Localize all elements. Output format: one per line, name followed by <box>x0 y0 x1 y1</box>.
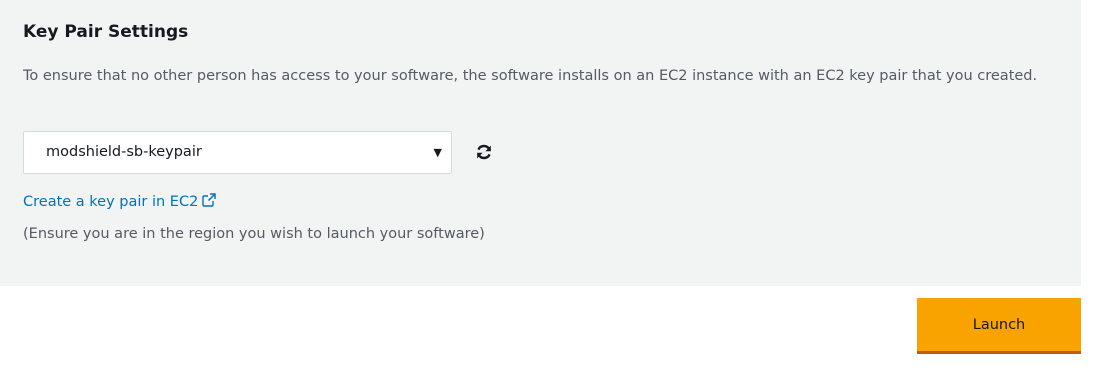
launch-button[interactable]: Launch <box>917 298 1081 354</box>
key-pair-settings-panel: Key Pair Settings To ensure that no othe… <box>0 0 1081 286</box>
create-key-pair-link[interactable]: Create a key pair in EC2 <box>23 191 217 214</box>
external-link-icon <box>202 192 217 214</box>
key-pair-select-value: modshield-sb-keypair <box>46 144 202 160</box>
key-pair-select[interactable]: modshield-sb-keypair ▼ <box>23 131 452 174</box>
create-key-pair-link-label: Create a key pair in EC2 <box>23 194 199 210</box>
caret-down-icon: ▼ <box>433 146 442 159</box>
section-title: Key Pair Settings <box>23 22 189 42</box>
section-description: To ensure that no other person has acces… <box>23 68 1038 84</box>
region-note: (Ensure you are in the region you wish t… <box>23 226 485 242</box>
refresh-icon[interactable] <box>474 142 494 162</box>
